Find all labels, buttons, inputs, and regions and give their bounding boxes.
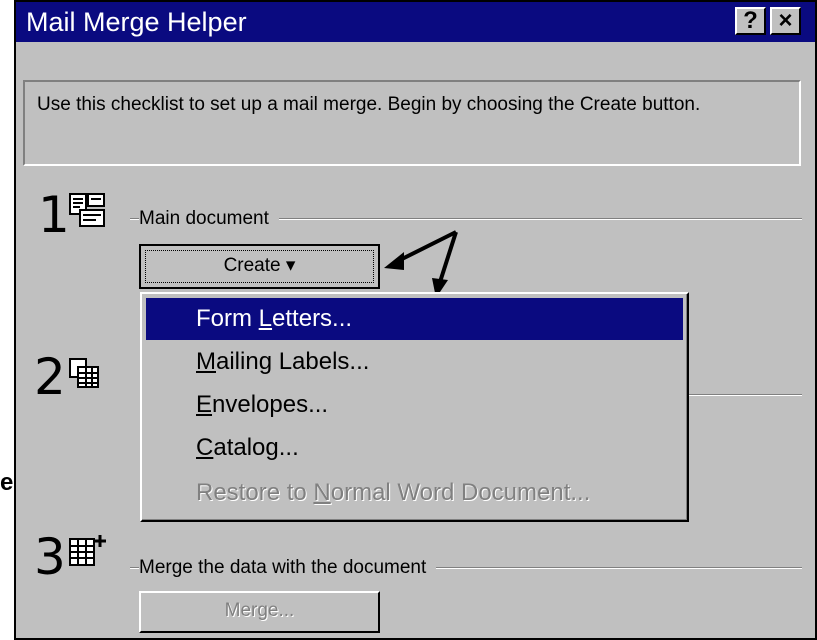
window-title: Mail Merge Helper <box>26 7 247 37</box>
menu-item-mailing-labels[interactable]: Mailing Labels... <box>146 341 683 383</box>
step-2-number: 2 <box>34 348 66 406</box>
step-1-label: Main document <box>139 208 279 230</box>
mail-merge-helper-dialog: Mail Merge Helper ? × Use this checklist… <box>14 0 817 640</box>
step-3-label: Merge the data with the document <box>139 557 437 579</box>
instructions-box: Use this checklist to set up a mail merg… <box>23 80 801 166</box>
title-bar[interactable]: Mail Merge Helper ? × <box>16 2 815 42</box>
menu-item-catalog[interactable]: Catalog... <box>146 427 683 469</box>
create-dropdown-menu: Form Letters... Mailing Labels... Envelo… <box>140 292 689 522</box>
help-button[interactable]: ? <box>735 7 766 35</box>
background-text-fragment: e <box>0 467 14 497</box>
merge-icon <box>69 535 106 566</box>
step-1-number: 1 <box>38 186 70 244</box>
step-3-number: 3 <box>34 528 66 586</box>
main-document-icon <box>69 193 105 227</box>
merge-button[interactable]: Merge... <box>139 591 380 633</box>
menu-item-form-letters[interactable]: Form Letters... <box>146 298 683 340</box>
menu-item-envelopes[interactable]: Envelopes... <box>146 384 683 426</box>
data-source-icon <box>69 358 99 388</box>
close-button[interactable]: × <box>770 7 801 35</box>
menu-item-restore-normal: Restore to Normal Word Document... <box>196 479 591 506</box>
focus-rectangle <box>145 250 374 283</box>
step-2-separator <box>686 394 802 396</box>
annotation-arrows <box>384 230 458 298</box>
create-button[interactable]: Create ▾ <box>139 244 380 289</box>
